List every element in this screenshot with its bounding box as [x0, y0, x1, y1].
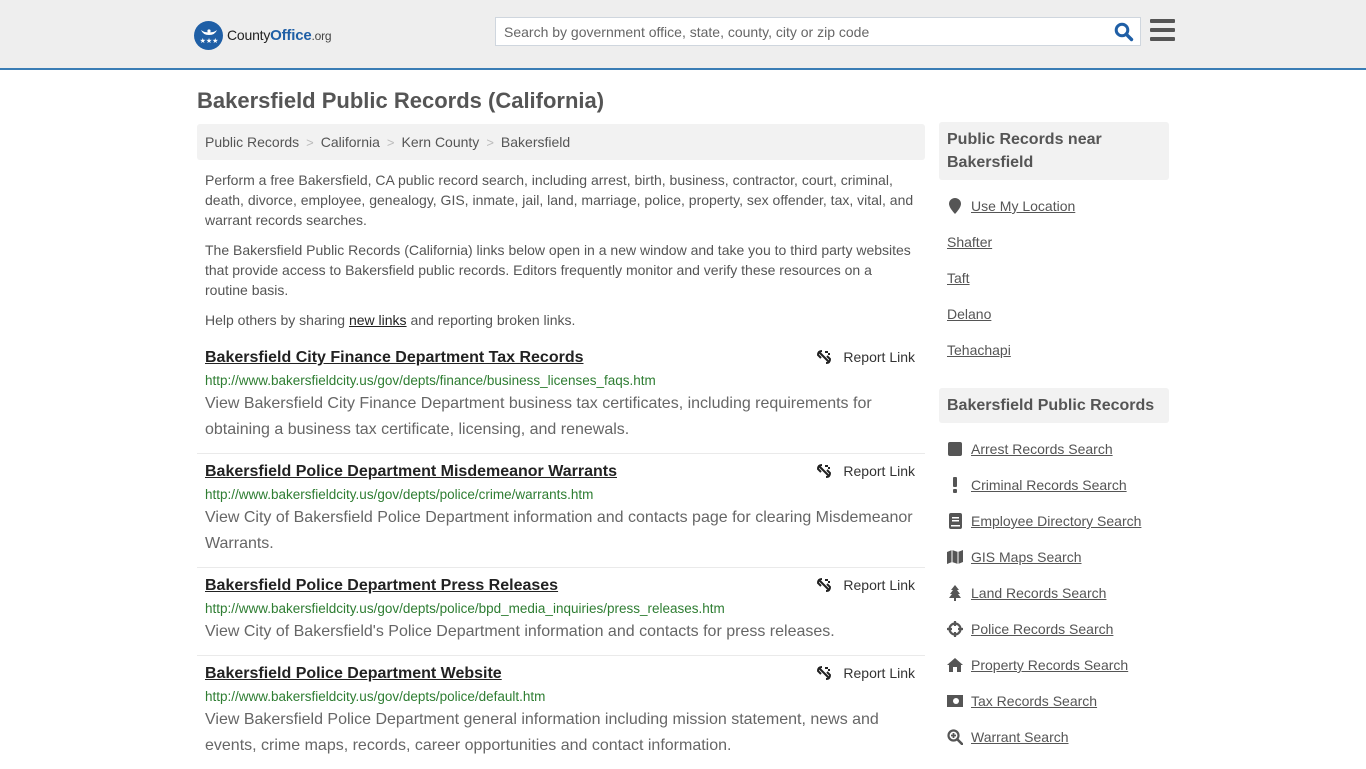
breadcrumb-separator: > — [486, 134, 494, 150]
sidebar-item-arrest: Arrest Records Search — [947, 431, 1161, 467]
city-records-list: Arrest Records Search Criminal Records S… — [939, 423, 1169, 761]
nearby-city-item: Delano — [947, 296, 1161, 332]
hamburger-menu-button[interactable] — [1150, 19, 1175, 41]
report-link-button[interactable]: Report Link — [816, 349, 915, 365]
record-item: Bakersfield Police Department Misdemeano… — [197, 454, 925, 568]
nearby-list: Use My Location Shafter Taft Delano Teha… — [939, 180, 1169, 374]
property-records-link[interactable]: Property Records Search — [971, 657, 1128, 673]
logo-text: CountyOffice.org — [227, 26, 332, 44]
record-url: http://www.bakersfieldcity.us/gov/depts/… — [205, 601, 725, 616]
search-input[interactable] — [496, 18, 1096, 45]
police-records-link[interactable]: Police Records Search — [971, 621, 1113, 637]
square-icon — [947, 441, 963, 457]
gis-maps-link[interactable]: GIS Maps Search — [971, 549, 1082, 565]
breadcrumb: Public Records > California > Kern Count… — [197, 124, 925, 160]
criminal-records-link[interactable]: Criminal Records Search — [971, 477, 1127, 493]
search-box — [495, 17, 1141, 46]
exclamation-icon — [947, 477, 963, 493]
page-title: Bakersfield Public Records (California) — [197, 88, 605, 113]
search-plus-icon — [947, 729, 963, 745]
sidebar-item-tax: Tax Records Search — [947, 683, 1161, 719]
menu-bar — [1150, 28, 1175, 32]
search-button[interactable] — [1114, 22, 1134, 42]
city-link-delano[interactable]: Delano — [947, 306, 991, 322]
nearby-city-item: Shafter — [947, 224, 1161, 260]
menu-bar — [1150, 19, 1175, 23]
record-title-link[interactable]: Bakersfield City Finance Department Tax … — [205, 348, 584, 368]
menu-bar — [1150, 37, 1175, 41]
report-link-button[interactable]: Report Link — [816, 665, 915, 681]
record-item: Bakersfield Police Department Website Re… — [197, 656, 925, 769]
breadcrumb-bakersfield: Bakersfield — [500, 134, 571, 150]
employee-directory-link[interactable]: Employee Directory Search — [971, 513, 1141, 529]
intro-paragraph: Perform a free Bakersfield, CA public re… — [205, 172, 914, 228]
sidebar: Public Records near Bakersfield Use My L… — [939, 122, 1169, 761]
nearby-city-item: Tehachapi — [947, 332, 1161, 368]
land-records-link[interactable]: Land Records Search — [971, 585, 1106, 601]
breadcrumb-separator: > — [386, 134, 395, 150]
record-title-link[interactable]: Bakersfield Police Department Misdemeano… — [205, 462, 617, 482]
record-item: Bakersfield Police Department Press Rele… — [197, 568, 925, 656]
nearby-city-item: Taft — [947, 260, 1161, 296]
record-description: View Bakersfield Police Department gener… — [205, 711, 879, 754]
broken-link-icon — [817, 578, 832, 592]
sidebar-item-gis: GIS Maps Search — [947, 539, 1161, 575]
money-icon — [947, 693, 963, 709]
use-location-item: Use My Location — [947, 188, 1161, 224]
nearby-heading: Public Records near Bakersfield — [939, 122, 1169, 180]
city-link-taft[interactable]: Taft — [947, 270, 970, 286]
sidebar-item-warrant: Warrant Search — [947, 719, 1161, 755]
record-description: View City of Bakersfield's Police Depart… — [205, 623, 835, 640]
sidebar-item-criminal: Criminal Records Search — [947, 467, 1161, 503]
record-url: http://www.bakersfieldcity.us/gov/depts/… — [205, 689, 546, 704]
city-records-heading: Bakersfield Public Records — [939, 388, 1169, 423]
record-title-link[interactable]: Bakersfield Police Department Website — [205, 664, 502, 684]
tax-records-link[interactable]: Tax Records Search — [971, 693, 1097, 709]
map-pin-icon — [947, 198, 963, 214]
site-logo[interactable]: ★★★ CountyOffice.org — [194, 20, 332, 50]
book-icon — [947, 513, 963, 529]
share-links-paragraph: Help others by sharing new links and rep… — [205, 312, 576, 328]
breadcrumb-separator: > — [306, 134, 314, 150]
records-list: Bakersfield City Finance Department Tax … — [197, 340, 925, 769]
city-link-tehachapi[interactable]: Tehachapi — [947, 342, 1011, 358]
sidebar-item-employee: Employee Directory Search — [947, 503, 1161, 539]
breadcrumb-public-records[interactable]: Public Records — [205, 134, 299, 150]
report-link-button[interactable]: Report Link — [816, 463, 915, 479]
record-url: http://www.bakersfieldcity.us/gov/depts/… — [205, 373, 656, 388]
record-description: View City of Bakersfield Police Departme… — [205, 509, 913, 552]
breadcrumb-california[interactable]: California — [321, 134, 380, 150]
record-description: View Bakersfield City Finance Department… — [205, 395, 872, 438]
record-url: http://www.bakersfieldcity.us/gov/depts/… — [205, 487, 594, 502]
broken-link-icon — [817, 464, 832, 478]
broken-link-icon — [817, 666, 832, 680]
svg-text:★★★: ★★★ — [199, 37, 218, 45]
sidebar-item-land: Land Records Search — [947, 575, 1161, 611]
crosshairs-icon — [947, 621, 963, 637]
intro-paragraph: The Bakersfield Public Records (Californ… — [205, 242, 911, 298]
record-item: Bakersfield City Finance Department Tax … — [197, 340, 925, 454]
search-icon — [1114, 22, 1134, 42]
tree-icon — [947, 585, 963, 601]
sidebar-item-property: Property Records Search — [947, 647, 1161, 683]
city-link-shafter[interactable]: Shafter — [947, 234, 992, 250]
report-link-button[interactable]: Report Link — [816, 577, 915, 593]
breadcrumb-kern-county[interactable]: Kern County — [401, 134, 479, 150]
site-header: ★★★ CountyOffice.org — [0, 0, 1366, 70]
arrest-records-link[interactable]: Arrest Records Search — [971, 441, 1113, 457]
warrant-search-link[interactable]: Warrant Search — [971, 729, 1069, 745]
use-my-location-link[interactable]: Use My Location — [971, 198, 1075, 214]
record-title-link[interactable]: Bakersfield Police Department Press Rele… — [205, 576, 558, 596]
eagle-logo-icon: ★★★ — [194, 20, 223, 50]
sidebar-item-police: Police Records Search — [947, 611, 1161, 647]
intro-text: Perform a free Bakersfield, CA public re… — [197, 170, 925, 330]
home-icon — [947, 657, 963, 673]
broken-link-icon — [817, 350, 832, 364]
main-content: Public Records > California > Kern Count… — [197, 124, 925, 769]
map-icon — [947, 549, 963, 565]
new-links-link[interactable]: new links — [349, 312, 407, 328]
